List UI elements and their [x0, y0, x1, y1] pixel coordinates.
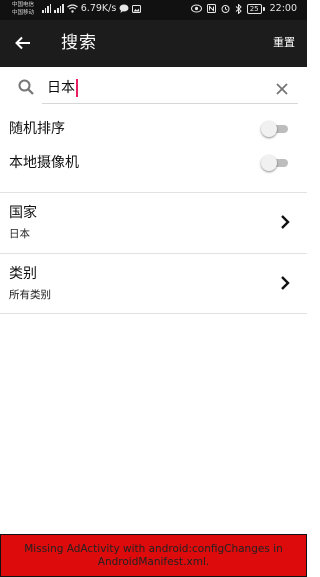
eye-icon	[190, 4, 202, 13]
close-icon[interactable]	[274, 81, 290, 97]
filter-value: 日本	[9, 228, 30, 240]
status-left: 6.79K/s	[42, 3, 142, 14]
search-icon	[18, 79, 34, 95]
filter-value: 所有类别	[9, 289, 51, 301]
error-message: Missing AdActivity with android:configCh…	[24, 542, 283, 568]
status-right: 25 22:00	[190, 3, 297, 14]
toggle-label: 本地摄像机	[9, 155, 79, 171]
battery-icon: 25	[246, 3, 265, 14]
chevron-right-icon	[281, 215, 290, 229]
carrier-2: 中国移动	[12, 10, 35, 16]
battery-level: 25	[246, 3, 262, 14]
clock: 22:00	[269, 3, 297, 14]
app-bar: 搜索 重置	[0, 20, 307, 67]
back-button[interactable]	[12, 32, 34, 54]
filter-label: 国家	[9, 205, 37, 221]
filter-country[interactable]: 国家 日本	[0, 193, 307, 253]
filter-label: 类别	[9, 266, 37, 282]
search-bar: 日本	[0, 67, 307, 110]
filter-category[interactable]: 类别 所有类别	[0, 254, 307, 314]
chat-icon	[119, 4, 129, 13]
chevron-right-icon	[281, 276, 290, 290]
arrow-left-icon	[15, 36, 30, 50]
local-camera-switch[interactable]	[261, 155, 289, 171]
signal-icon	[54, 4, 64, 13]
divider	[0, 313, 307, 314]
image-icon	[132, 4, 142, 13]
status-bar: 中国电信 中国移动 6.79K/s 25 22:00	[0, 0, 307, 20]
carrier-info: 中国电信 中国移动	[12, 1, 34, 17]
nfc-icon	[206, 4, 216, 13]
wifi-icon	[66, 4, 78, 13]
search-value: 日本	[47, 80, 75, 96]
toggle-local-camera[interactable]: 本地摄像机	[0, 146, 307, 180]
alarm-icon	[221, 5, 230, 13]
text-cursor	[76, 79, 78, 97]
ad-error-banner: Missing AdActivity with android:configCh…	[0, 534, 307, 577]
random-sort-switch[interactable]	[261, 121, 289, 137]
search-input[interactable]: 日本	[42, 73, 298, 104]
network-speed: 6.79K/s	[80, 3, 117, 14]
signal-icon	[42, 4, 52, 13]
page-title: 搜索	[61, 33, 97, 53]
toggle-random-sort[interactable]: 随机排序	[0, 112, 307, 146]
carrier-1: 中国电信	[12, 2, 35, 8]
bluetooth-icon	[235, 3, 242, 14]
reset-button[interactable]: 重置	[273, 36, 295, 50]
toggle-label: 随机排序	[9, 121, 65, 137]
